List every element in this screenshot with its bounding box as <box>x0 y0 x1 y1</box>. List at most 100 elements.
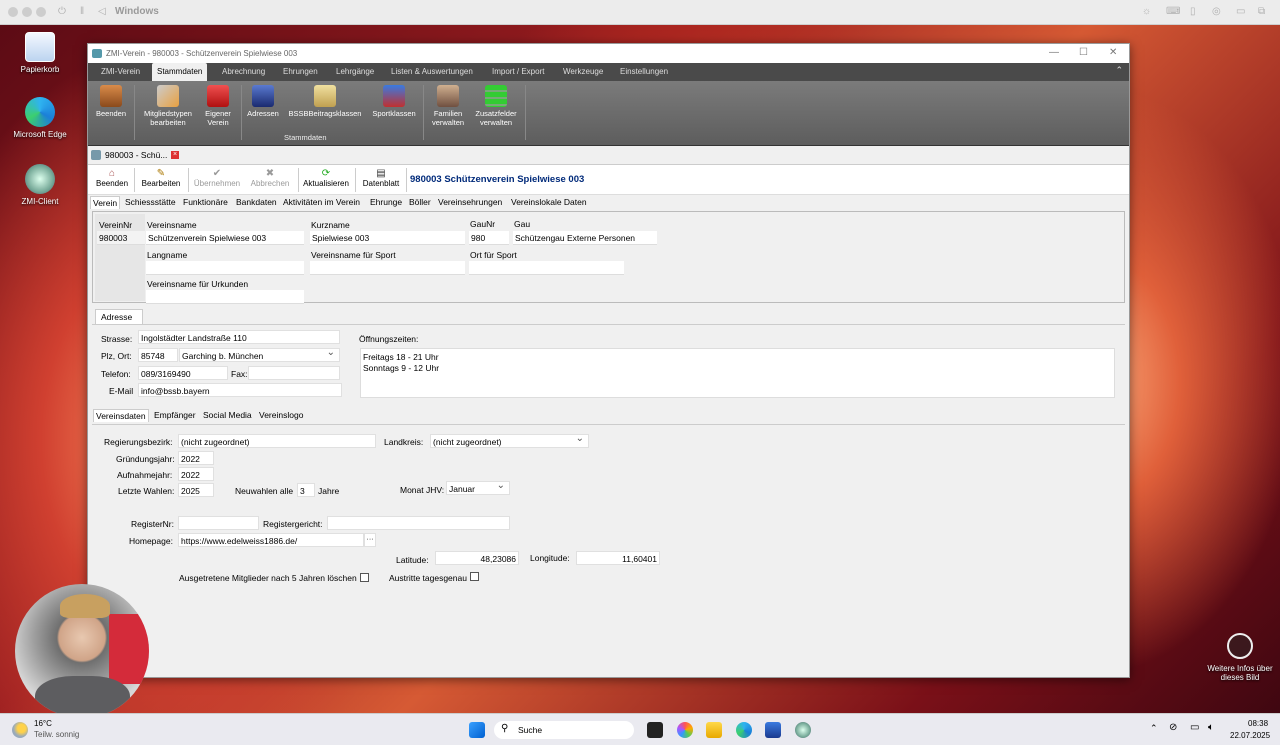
info-text[interactable]: Weitere Infos über dieses Bild <box>1200 664 1280 682</box>
ribbon-familien-button[interactable]: Familien verwalten <box>426 85 470 127</box>
task-view-icon[interactable] <box>647 722 663 738</box>
zmi-taskbar-icon[interactable] <box>795 722 811 738</box>
ribbon-tab-ehrungen[interactable]: Ehrungen <box>278 63 323 81</box>
weather-icon[interactable] <box>12 722 28 738</box>
ausgetretene-loeschen-checkbox[interactable] <box>360 573 369 582</box>
ribbon-tab-abrechnung[interactable]: Abrechnung <box>217 63 270 81</box>
tray-chevron-icon[interactable]: ⌃ <box>1150 723 1158 734</box>
close-dot-icon[interactable] <box>8 7 18 17</box>
telefon-field[interactable]: 089/3169490 <box>138 366 228 380</box>
ribbon-mitgliedstypen-button[interactable]: Mitgliedstypen bearbeiten <box>138 85 198 127</box>
tab-vereinsehrungen[interactable]: Vereinsehrungen <box>436 196 504 208</box>
strasse-field[interactable]: Ingolstädter Landstraße 110 <box>138 330 340 344</box>
close-tab-icon[interactable]: × <box>171 151 179 159</box>
keyboard-icon[interactable]: ⌨ <box>1166 6 1180 17</box>
beenden-button[interactable]: ⌂ Beenden <box>94 168 130 188</box>
abbrechen-button[interactable]: ✖ Abbrechen <box>246 168 294 188</box>
file-explorer-icon[interactable] <box>706 722 722 738</box>
store-icon[interactable] <box>765 722 781 738</box>
vereinsname-urkunden-field[interactable] <box>146 290 304 304</box>
homepage-browse-button[interactable]: ··· <box>364 533 376 547</box>
regierungsbezirk-field[interactable]: (nicht zugeordnet) <box>178 434 376 448</box>
neuwahlen-field[interactable]: 3 <box>297 483 315 497</box>
document-tab[interactable]: 980003 - Schü... × <box>88 146 1129 165</box>
tab-vereinslokale-daten[interactable]: Vereinslokale Daten <box>509 196 589 208</box>
power-icon[interactable]: ⏻ <box>58 6 66 17</box>
tab-boeller[interactable]: Böller <box>407 196 433 208</box>
austritte-tagesgenau-checkbox[interactable] <box>470 572 479 581</box>
tab-bankdaten[interactable]: Bankdaten <box>234 196 279 208</box>
collapse-ribbon-icon[interactable]: ⌃ <box>1115 65 1123 76</box>
longitude-field[interactable]: 11,60401 <box>576 551 660 565</box>
usb-icon[interactable]: ▯ <box>1190 6 1196 17</box>
copilot-icon[interactable] <box>677 722 693 738</box>
clock-date[interactable]: 22.07.2025 <box>1230 731 1270 740</box>
plz-field[interactable]: 85748 <box>138 348 178 362</box>
camera-info-icon[interactable] <box>1227 633 1253 659</box>
tab-schiessstaette[interactable]: Schiessstätte <box>123 196 178 208</box>
tab-aktivitaeten[interactable]: Aktivitäten im Verein <box>281 196 362 208</box>
ort-sport-field[interactable] <box>469 261 624 275</box>
uebernehmen-button[interactable]: ✔ Übernehmen <box>191 168 243 188</box>
datenblatt-button[interactable]: ▤ Datenblatt <box>359 168 403 188</box>
ribbon-beenden-button[interactable]: Beenden <box>93 85 129 118</box>
minimize-dot-icon[interactable] <box>22 7 32 17</box>
tab-ehrunge[interactable]: Ehrunge <box>368 196 404 208</box>
weather-temp[interactable]: 16°C <box>34 719 52 728</box>
ribbon-tab-listen[interactable]: Listen & Auswertungen <box>386 63 478 81</box>
minimize-icon[interactable]: — <box>1049 47 1059 58</box>
oeffnungszeiten-textarea[interactable]: Freitags 18 - 21 Uhr Sonntags 9 - 12 Uhr <box>360 348 1115 398</box>
display-icon[interactable]: ▭ <box>1190 722 1199 733</box>
zoom-dot-icon[interactable] <box>36 7 46 17</box>
latitude-field[interactable]: 48,23086 <box>435 551 519 565</box>
ribbon-tab-einstellungen[interactable]: Einstellungen <box>615 63 673 81</box>
gau-field[interactable]: Schützengau Externe Personen <box>513 231 657 245</box>
ribbon-tab-stammdaten[interactable]: Stammdaten <box>152 63 208 81</box>
homepage-field[interactable]: https://www.edelweiss1886.de/ <box>178 533 364 547</box>
back-icon[interactable]: ◁ <box>98 6 106 17</box>
ribbon-eigener-verein-button[interactable]: Eigener Verein <box>200 85 236 127</box>
clock-time[interactable]: 08:38 <box>1248 719 1268 728</box>
desktop-icon-zmi-client[interactable]: ZMI-Client <box>0 164 80 206</box>
tab-funktionaere[interactable]: Funktionäre <box>181 196 230 208</box>
edge-taskbar-icon[interactable] <box>736 722 752 738</box>
maximize-icon[interactable]: ☐ <box>1079 47 1088 58</box>
kurzname-field[interactable]: Spielwiese 003 <box>310 231 465 245</box>
vereinsname-field[interactable]: Schützenverein Spielwiese 003 <box>146 231 304 245</box>
desktop-icon-papierkorb[interactable]: Papierkorb <box>0 32 80 74</box>
gruendungsjahr-field[interactable]: 2022 <box>178 451 214 465</box>
ribbon-beitragsklassen-button[interactable]: BSSBBeitragsklassen <box>286 85 364 118</box>
search-box[interactable]: ⚲ Suche <box>494 721 634 739</box>
ort-select[interactable]: Garching b. München <box>179 348 340 362</box>
ribbon-zusatzfelder-button[interactable]: Zusatzfelder verwalten <box>472 85 520 127</box>
vereinsname-sport-field[interactable] <box>310 261 465 275</box>
weather-desc[interactable]: Teilw. sonnig <box>34 730 79 739</box>
tab-vereinslogo[interactable]: Vereinslogo <box>257 409 305 421</box>
fax-field[interactable] <box>248 366 340 380</box>
settings-icon[interactable]: ◎ <box>1212 6 1221 17</box>
ribbon-tab-zmi-verein[interactable]: ZMI-Verein <box>96 63 145 81</box>
registergericht-field[interactable] <box>327 516 510 530</box>
pause-icon[interactable]: ‖ <box>80 6 84 17</box>
tab-vereinsdaten[interactable]: Vereinsdaten <box>93 409 149 422</box>
registernr-field[interactable] <box>178 516 259 530</box>
aufnahmejahr-field[interactable]: 2022 <box>178 467 214 481</box>
ribbon-tab-lehrgaenge[interactable]: Lehrgänge <box>331 63 379 81</box>
share-icon[interactable]: ⧉ <box>1258 6 1265 17</box>
brightness-icon[interactable]: ☼ <box>1142 6 1151 17</box>
volume-icon[interactable]: 🔈︎ <box>1208 722 1214 733</box>
langname-field[interactable] <box>146 261 304 275</box>
aktualisieren-button[interactable]: ⟳ Aktualisieren <box>301 168 351 188</box>
folder-icon[interactable]: ▭ <box>1236 6 1245 17</box>
email-field[interactable]: info@bssb.bayern <box>138 383 342 397</box>
start-icon[interactable] <box>469 722 485 738</box>
tab-verein[interactable]: Verein <box>90 196 121 209</box>
ribbon-adressen-button[interactable]: Adressen <box>244 85 282 118</box>
close-icon[interactable]: ✕ <box>1109 47 1117 58</box>
letzte-wahlen-field[interactable]: 2025 <box>178 483 214 497</box>
ribbon-tab-import-export[interactable]: Import / Export <box>487 63 549 81</box>
ribbon-sportklassen-button[interactable]: Sportklassen <box>369 85 419 118</box>
tab-social-media[interactable]: Social Media <box>201 409 254 421</box>
tab-adresse[interactable]: Adresse <box>95 309 143 325</box>
gaunr-field[interactable]: 980 <box>469 231 509 245</box>
